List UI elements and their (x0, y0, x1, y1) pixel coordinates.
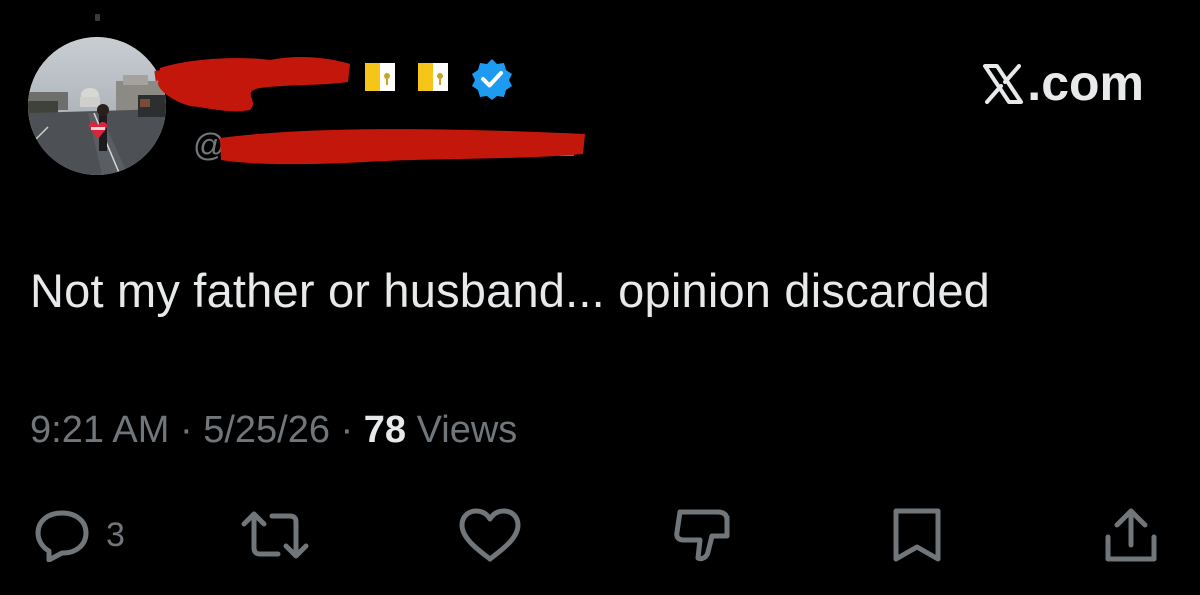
views-label[interactable]: Views (406, 409, 518, 451)
redacted-display-name (154, 57, 350, 112)
views-count[interactable]: 78 (364, 409, 406, 451)
share-icon (1105, 508, 1157, 562)
like-icon (459, 508, 521, 562)
x-logo-icon (983, 64, 1024, 104)
xcom-watermark: .com (981, 54, 1144, 112)
bookmark-button[interactable] (890, 505, 944, 565)
dislike-button[interactable] (672, 505, 738, 565)
stray-dot (95, 14, 100, 21)
reply-count: 3 (106, 515, 125, 554)
vatican-flag-icon (418, 63, 448, 91)
share-button[interactable] (1100, 505, 1162, 565)
repost-icon (241, 511, 309, 559)
bookmark-icon (893, 508, 941, 562)
like-button[interactable] (458, 505, 522, 565)
verified-badge-icon (472, 59, 512, 100)
dislike-icon (674, 509, 730, 562)
tweet-meta: 9:21 AM · 5/25/26 · 78 Views (30, 409, 517, 452)
avatar[interactable] (28, 37, 166, 175)
tweet-date[interactable]: 5/25/26 (203, 409, 330, 451)
vatican-flag-icon (365, 63, 395, 91)
meta-separator: · (330, 409, 364, 451)
tweet-time[interactable]: 9:21 AM (30, 409, 169, 451)
xcom-text: .com (1027, 55, 1144, 111)
meta-separator: · (169, 409, 204, 451)
tweet-text: Not my father or husband... opinion disc… (30, 264, 990, 317)
reply-button[interactable]: 3 (32, 505, 125, 565)
reply-icon (35, 510, 89, 562)
repost-button[interactable] (240, 505, 310, 565)
redacted-handle (220, 129, 585, 165)
